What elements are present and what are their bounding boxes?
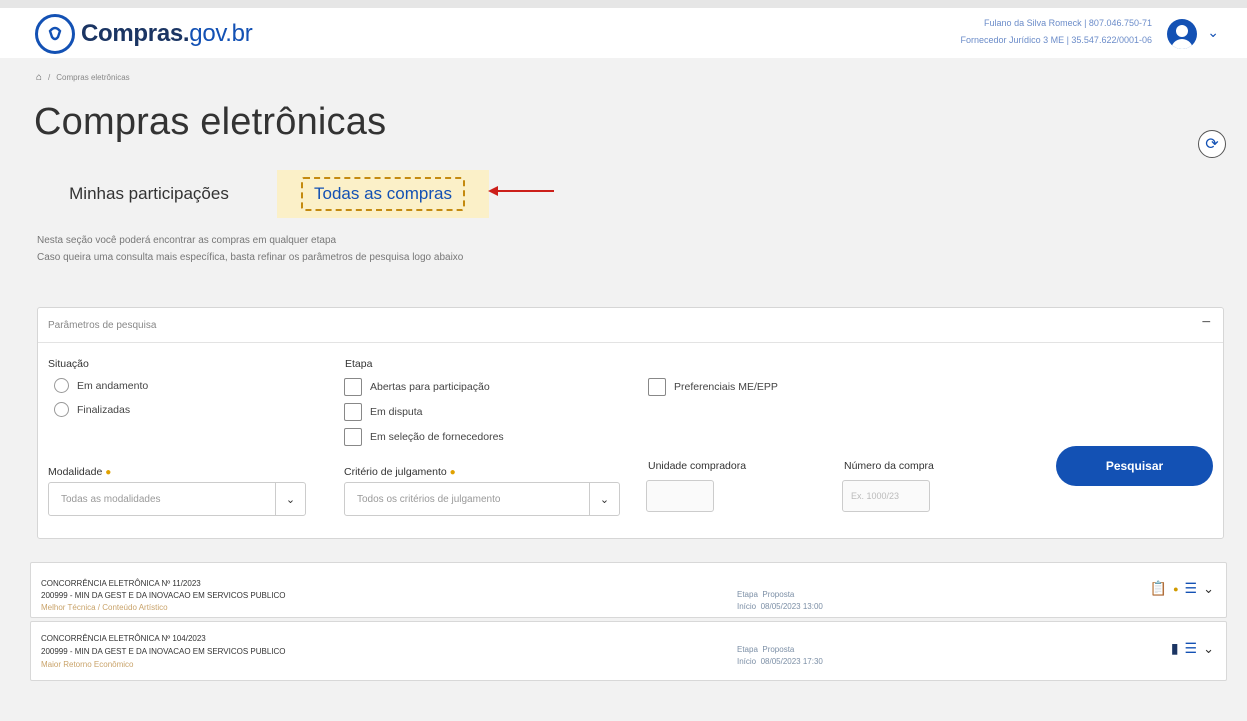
select-value: Todas as modalidades [61,493,161,505]
radio-label: Finalizadas [77,403,131,416]
top-crop-strip [0,0,1247,8]
unidade-input[interactable] [646,480,714,512]
radio-em-andamento[interactable]: Em andamento [54,378,148,393]
inicio-label: Início [737,657,757,666]
panel-title: Parâmetros de pesquisa [48,320,157,331]
criterio-label-text: Critério de julgamento [344,466,447,478]
situacao-label: Situação [48,358,89,370]
radio-button[interactable] [54,402,69,417]
etapa-label: Etapa [737,590,758,599]
clipboard-icon[interactable]: ▮ [1171,640,1179,657]
etapa-value: Proposta [762,645,795,654]
expand-chevron-icon[interactable]: ⌄ [1203,641,1214,657]
expand-chevron-icon[interactable]: ⌄ [1203,581,1214,597]
criterio-select[interactable]: Todos os critérios de julgamento ⌄ [344,482,620,516]
list-icon[interactable]: ☰ [1185,640,1198,657]
required-mark: ● [449,467,456,478]
compras-logo[interactable]: Compras.gov.br [35,14,253,54]
checkbox-em-disputa[interactable]: Em disputa [344,403,423,421]
result-actions: ▮ ☰ ⌄ [1171,640,1214,657]
result-etapa: Etapa Proposta [737,645,794,654]
etapa-label: Etapa [737,645,758,654]
document-icon[interactable]: 📋 [1150,580,1167,597]
alert-dot-icon: ● [1173,583,1179,594]
user-menu-chevron-icon[interactable]: ⌄ [1207,24,1219,41]
result-etapa: Etapa Proposta [737,590,794,599]
inicio-value: 08/05/2023 13:00 [760,602,823,611]
user-info: Fulano da Silva Romeck | 807.046.750-71 … [961,15,1152,49]
home-icon[interactable]: ⌂ [36,72,42,83]
tab-bar: Minhas participações Todas as compras [34,170,1214,220]
section-description: Nesta seção você poderá encontrar as com… [37,232,463,266]
site-header: Compras.gov.br Fulano da Silva Romeck | … [0,8,1247,58]
numero-label: Número da compra [844,460,934,472]
user-name-line: Fulano da Silva Romeck | 807.046.750-71 [984,18,1152,28]
list-icon[interactable]: ☰ [1185,580,1198,597]
chevron-down-icon[interactable]: ⌄ [589,483,619,515]
user-avatar-icon[interactable] [1167,19,1197,49]
result-card[interactable]: CONCORRÊNCIA ELETRÔNICA Nº 11/2023 20099… [30,562,1227,618]
required-mark: ● [105,467,112,478]
result-title: CONCORRÊNCIA ELETRÔNICA Nº 104/2023 [41,634,206,643]
breadcrumb-separator: / [48,73,51,82]
annotation-arrow-icon [488,186,554,196]
modalidade-select[interactable]: Todas as modalidades ⌄ [48,482,306,516]
result-org: 200999 - MIN DA GEST E DA INOVACAO EM SE… [41,647,286,656]
checkbox[interactable] [344,428,362,446]
checkbox[interactable] [344,378,362,396]
tab-minhas-participacoes[interactable]: Minhas participações [34,170,264,218]
tab-label: Todas as compras [301,177,465,211]
select-value: Todos os critérios de julgamento [357,493,501,505]
page-title: Compras eletrônicas [34,101,387,143]
etapa-value: Proposta [762,590,795,599]
tab-label: Minhas participações [69,184,229,203]
numero-input[interactable]: Ex. 1000/23 [842,480,930,512]
inicio-value: 08/05/2023 17:30 [760,657,823,666]
chevron-down-icon[interactable]: ⌄ [275,483,305,515]
checkbox[interactable] [344,403,362,421]
checkbox-abertas[interactable]: Abertas para participação [344,378,490,396]
tab-todas-as-compras[interactable]: Todas as compras [277,170,489,218]
user-company-line: Fornecedor Jurídico 3 ME | 35.547.622/00… [960,35,1152,45]
search-button[interactable]: Pesquisar [1056,446,1213,486]
inicio-label: Início [737,602,757,611]
radio-finalizadas[interactable]: Finalizadas [54,402,130,417]
checkbox-label: Em seleção de fornecedores [370,431,504,443]
result-inicio: Início 08/05/2023 13:00 [737,602,823,611]
checkbox-label: Preferenciais ME/EPP [674,381,778,393]
result-title: CONCORRÊNCIA ELETRÔNICA Nº 11/2023 [41,579,201,588]
checkbox-label: Abertas para participação [370,381,490,393]
breadcrumb-current: Compras eletrônicas [56,73,130,82]
modalidade-label: Modalidade ● [48,466,111,478]
radio-button[interactable] [54,378,69,393]
result-criterion: Maior Retorno Econômico [41,660,134,669]
result-inicio: Início 08/05/2023 17:30 [737,657,823,666]
checkbox-label: Em disputa [370,406,423,418]
checkbox[interactable] [648,378,666,396]
unidade-label: Unidade compradora [648,460,747,472]
collapse-icon[interactable]: − [1202,314,1211,332]
checkbox-em-selecao[interactable]: Em seleção de fornecedores [344,428,504,446]
modalidade-label-text: Modalidade [48,466,103,478]
checkbox-preferenciais[interactable]: Preferenciais ME/EPP [648,378,778,396]
refresh-icon[interactable]: ⟳ [1198,130,1226,158]
radio-label: Em andamento [77,379,149,392]
result-criterion: Melhor Técnica / Conteúdo Artístico [41,603,168,612]
result-org: 200999 - MIN DA GEST E DA INOVACAO EM SE… [41,591,286,600]
etapa-label: Etapa [345,358,373,370]
input-placeholder: Ex. 1000/23 [851,491,900,501]
compras-logo-icon [35,14,75,54]
panel-header[interactable]: Parâmetros de pesquisa − [38,308,1223,343]
description-line-2: Caso queira uma consulta mais específica… [37,252,464,263]
logo-main: Compras. [81,20,190,47]
result-actions: 📋 ● ☰ ⌄ [1150,580,1214,597]
description-line-1: Nesta seção você poderá encontrar as com… [37,235,337,246]
criterio-label: Critério de julgamento ● [344,466,456,478]
logo-text: Compras.gov.br [81,20,253,48]
logo-domain: gov.br [189,20,253,47]
breadcrumb: ⌂ / Compras eletrônicas [36,72,130,83]
app-window: Compras.gov.br Fulano da Silva Romeck | … [0,0,1247,721]
result-card[interactable]: CONCORRÊNCIA ELETRÔNICA Nº 104/2023 2009… [30,621,1227,681]
